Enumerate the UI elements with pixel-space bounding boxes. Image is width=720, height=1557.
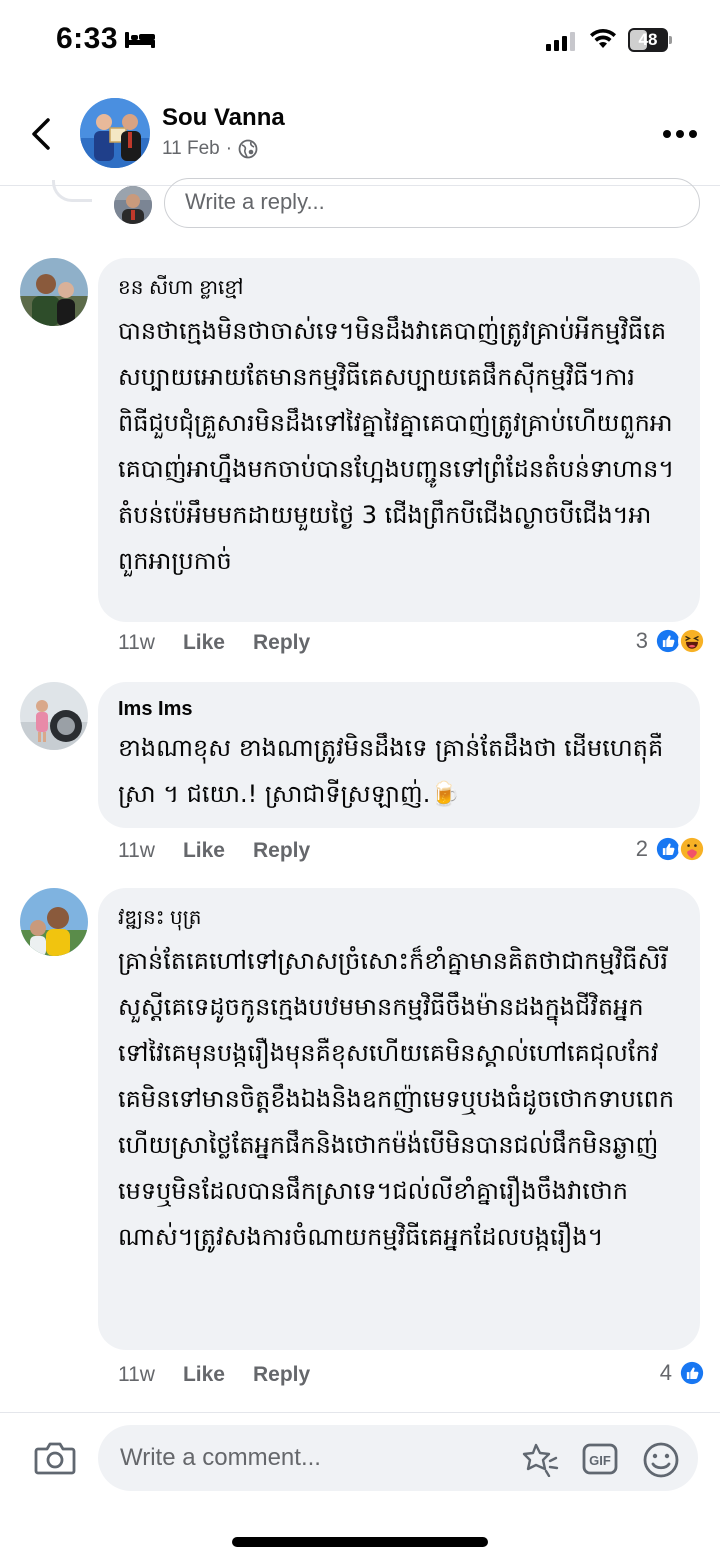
- comment-actions: 11w Like Reply: [118, 1360, 310, 1390]
- home-indicator: [232, 1537, 488, 1547]
- beer-emoji: 🍺: [430, 780, 461, 808]
- commenter-avatar[interactable]: [20, 258, 88, 326]
- cellular-signal-icon: [546, 32, 575, 51]
- commenter-name[interactable]: វឌ្ឍនះ បុត្រ: [118, 904, 680, 934]
- care-reaction-icon: [678, 835, 706, 863]
- reaction-summary[interactable]: 4: [660, 1358, 706, 1388]
- like-reaction-icon: [678, 1359, 706, 1387]
- comment-text: បានថាក្មេងមិនថាចាស់ទេ។មិនដឹងវាគេបាញ់ត្រូ…: [118, 317, 675, 575]
- author-name[interactable]: Sou Vanna: [162, 104, 285, 132]
- meta-separator: ·: [225, 138, 233, 159]
- my-avatar: [114, 186, 152, 224]
- globe-icon: [238, 139, 258, 159]
- back-arrow-icon[interactable]: [24, 114, 60, 154]
- thread-line: [52, 180, 92, 202]
- emoji-icon[interactable]: [642, 1441, 680, 1479]
- reply-button[interactable]: Reply: [253, 631, 310, 655]
- post-date: 11 Feb: [162, 138, 220, 159]
- comment-bubble: វឌ្ឍនះ បុត្រ គ្រាន់តែគេហៅទៅស្រាសច្រំសោះក…: [98, 888, 700, 1350]
- commenter-avatar[interactable]: [20, 888, 88, 956]
- reply-button[interactable]: Reply: [253, 839, 310, 863]
- reaction-count: 2: [635, 836, 648, 861]
- wifi-icon: [590, 28, 616, 48]
- comment-bubble: Ims Ims ខាងណាខុស ខាងណាត្រូវមិនដឹងទេ គ្រា…: [98, 682, 700, 828]
- comment-actions: 11w Like Reply: [118, 836, 310, 866]
- comment-bubble: ខន សីហា ខ្លាខ្មៅ បានថាក្មេងមិនថាចាស់ទេ។ម…: [98, 258, 700, 622]
- like-button[interactable]: Like: [183, 631, 225, 655]
- status-bar: 6:33 48: [0, 0, 720, 82]
- facebook-comments-screen: 6:33 48 Sou Vanna 11 Feb · Write a reply…: [0, 0, 720, 1557]
- reaction-summary[interactable]: 2: [636, 834, 706, 864]
- reply-row: Write a reply...: [0, 178, 720, 238]
- svg-text:GIF: GIF: [589, 1453, 611, 1468]
- more-options-icon[interactable]: [662, 128, 698, 140]
- comment-time: 11w: [118, 839, 155, 862]
- comment-time: 11w: [118, 1363, 155, 1386]
- like-button[interactable]: Like: [183, 1363, 225, 1387]
- reaction-summary[interactable]: 3: [636, 626, 706, 656]
- camera-icon[interactable]: [34, 1439, 76, 1477]
- comment-actions: 11w Like Reply: [118, 628, 310, 658]
- reaction-count: 3: [635, 628, 648, 653]
- battery-level: 48: [638, 30, 658, 49]
- commenter-name[interactable]: Ims Ims: [118, 698, 680, 721]
- comment-text: គ្រាន់តែគេហៅទៅស្រាសច្រំសោះក៏ខាំគ្នាមានគិ…: [118, 947, 675, 1251]
- commenter-name[interactable]: ខន សីហា ខ្លាខ្មៅ: [118, 274, 680, 304]
- post-meta: 11 Feb ·: [162, 138, 258, 160]
- haha-reaction-icon: [678, 627, 706, 655]
- like-button[interactable]: Like: [183, 839, 225, 863]
- commenter-avatar[interactable]: [20, 682, 88, 750]
- sticker-icon[interactable]: [522, 1441, 560, 1477]
- status-time: 6:33: [56, 22, 119, 55]
- battery-indicator: 48: [628, 28, 674, 52]
- gif-icon[interactable]: GIF: [582, 1443, 618, 1475]
- comment-composer: Write a comment... GIF: [0, 1412, 720, 1557]
- post-header: Sou Vanna 11 Feb ·: [0, 88, 720, 186]
- comment-text: ខាងណាខុស ខាងណាត្រូវមិនដឹងទេ គ្រាន់តែដឹងថ…: [118, 725, 680, 817]
- reaction-count: 4: [659, 1360, 672, 1385]
- reply-button[interactable]: Reply: [253, 1363, 310, 1387]
- comment-body: ខាងណាខុស ខាងណាត្រូវមិនដឹងទេ គ្រាន់តែដឹងថ…: [118, 734, 664, 808]
- reply-input[interactable]: Write a reply...: [164, 178, 700, 228]
- sleep-focus-icon: [125, 32, 155, 48]
- comment-time: 11w: [118, 631, 155, 654]
- author-avatar[interactable]: [80, 98, 150, 168]
